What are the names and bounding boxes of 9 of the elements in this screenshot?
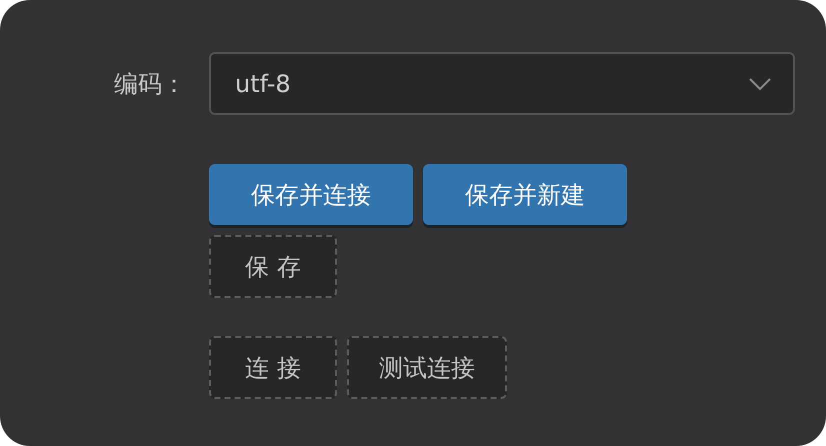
select-value: utf-8 bbox=[235, 70, 291, 98]
encoding-select[interactable]: utf-8 bbox=[209, 52, 795, 115]
field-label: 编码： bbox=[113, 68, 187, 100]
chevron-down-icon bbox=[749, 78, 771, 90]
primary-button[interactable]: 保存并连接 bbox=[209, 164, 413, 225]
dashed-button[interactable]: 测试连接 bbox=[347, 336, 507, 399]
dashed-button[interactable]: 保 存 bbox=[209, 235, 337, 298]
dashed-button[interactable]: 连 接 bbox=[209, 336, 337, 399]
primary-button[interactable]: 保存并新建 bbox=[423, 164, 627, 225]
